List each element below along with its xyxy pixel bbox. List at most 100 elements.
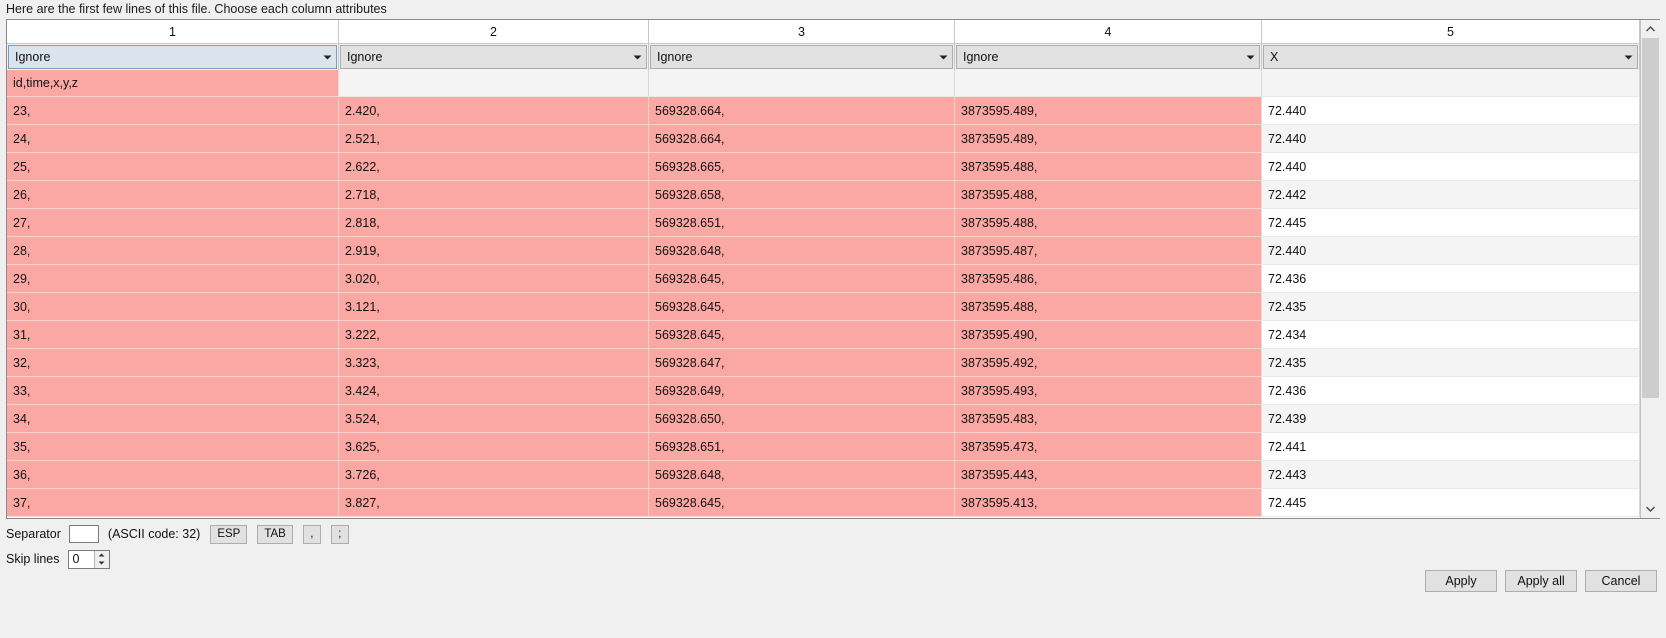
table-row[interactable]: 30, 3.121, 569328.645, 3873595.488, 72.435 — [7, 293, 1640, 321]
table-row[interactable]: 27, 2.818, 569328.651, 3873595.488, 72.445 — [7, 209, 1640, 237]
table-cell[interactable]: 26, — [7, 181, 339, 209]
table-cell[interactable]: 3873595.489, — [955, 125, 1262, 153]
table-cell[interactable] — [1262, 70, 1640, 97]
table-cell[interactable]: 72.440 — [1262, 125, 1640, 153]
table-cell[interactable] — [649, 70, 955, 97]
table-cell[interactable]: 569328.645, — [649, 321, 955, 349]
separator-semicolon-button[interactable]: ; — [330, 524, 349, 544]
table-cell[interactable]: 28, — [7, 237, 339, 265]
table-cell[interactable]: 3.424, — [339, 377, 649, 405]
table-cell[interactable]: 29, — [7, 265, 339, 293]
table-cell[interactable]: 3873595.488, — [955, 293, 1262, 321]
table-cell[interactable]: 27, — [7, 209, 339, 237]
column-attribute-select-3[interactable]: Ignore — [650, 45, 953, 69]
spinner-down-arrow-icon[interactable] — [95, 559, 109, 568]
column-header-number-3[interactable]: 3 — [649, 20, 955, 44]
table-row[interactable]: 32, 3.323, 569328.647, 3873595.492, 72.435 — [7, 349, 1640, 377]
chevron-down-icon[interactable] — [1619, 46, 1637, 68]
table-cell[interactable]: 3873595.488, — [955, 181, 1262, 209]
column-attribute-select-4[interactable]: Ignore — [956, 45, 1260, 69]
table-cell[interactable]: 3873595.493, — [955, 377, 1262, 405]
scroll-up-arrow-icon[interactable] — [1641, 20, 1660, 38]
scrollbar-thumb[interactable] — [1642, 38, 1659, 398]
table-cell[interactable]: 72.440 — [1262, 97, 1640, 125]
spinner-up-arrow-icon[interactable] — [95, 551, 109, 560]
table-cell[interactable]: 569328.650, — [649, 405, 955, 433]
table-cell[interactable]: 3873595.486, — [955, 265, 1262, 293]
table-cell[interactable]: 30, — [7, 293, 339, 321]
table-cell[interactable]: 569328.648, — [649, 237, 955, 265]
skip-lines-stepper[interactable]: 0 — [67, 549, 110, 569]
column-attribute-select-1[interactable]: Ignore — [8, 45, 337, 69]
cancel-button[interactable]: Cancel — [1585, 570, 1657, 592]
table-cell[interactable]: 31, — [7, 321, 339, 349]
separator-comma-button[interactable]: , — [302, 524, 321, 544]
table-cell[interactable]: 3873595.492, — [955, 349, 1262, 377]
table-cell[interactable]: 3873595.443, — [955, 461, 1262, 489]
table-cell[interactable]: 569328.658, — [649, 181, 955, 209]
scrollbar-track[interactable] — [1641, 38, 1660, 500]
table-cell[interactable]: 569328.665, — [649, 153, 955, 181]
table-cell[interactable]: 3.020, — [339, 265, 649, 293]
table-row[interactable]: 34, 3.524, 569328.650, 3873595.483, 72.439 — [7, 405, 1640, 433]
table-cell[interactable]: 3.121, — [339, 293, 649, 321]
table-cell[interactable]: 37, — [7, 489, 339, 517]
table-cell[interactable]: 3.323, — [339, 349, 649, 377]
table-cell[interactable]: 3.827, — [339, 489, 649, 517]
table-cell[interactable]: 72.440 — [1262, 153, 1640, 181]
table-row[interactable]: 33, 3.424, 569328.649, 3873595.493, 72.436 — [7, 377, 1640, 405]
table-cell[interactable]: 3.625, — [339, 433, 649, 461]
table-cell[interactable]: 2.818, — [339, 209, 649, 237]
table-cell[interactable]: 72.445 — [1262, 209, 1640, 237]
table-cell[interactable]: 569328.651, — [649, 209, 955, 237]
skip-lines-spinner-buttons[interactable] — [93, 550, 109, 568]
table-row[interactable]: 29, 3.020, 569328.645, 3873595.486, 72.436 — [7, 265, 1640, 293]
column-attribute-select-5[interactable]: X — [1263, 45, 1638, 69]
table-cell[interactable] — [339, 70, 649, 97]
column-header-number-4[interactable]: 4 — [955, 20, 1262, 44]
table-cell[interactable]: 2.919, — [339, 237, 649, 265]
table-cell[interactable]: 2.420, — [339, 97, 649, 125]
separator-esp-button[interactable]: ESP — [210, 524, 248, 544]
table-row[interactable]: id,time,x,y,z — [7, 70, 1640, 97]
table-cell[interactable]: 72.443 — [1262, 461, 1640, 489]
table-cell[interactable]: 34, — [7, 405, 339, 433]
table-cell[interactable]: 3873595.487, — [955, 237, 1262, 265]
table-cell[interactable]: 569328.645, — [649, 489, 955, 517]
table-cell[interactable]: 24, — [7, 125, 339, 153]
table-cell[interactable]: 72.439 — [1262, 405, 1640, 433]
table-row[interactable]: 25, 2.622, 569328.665, 3873595.488, 72.440 — [7, 153, 1640, 181]
table-row[interactable]: 31, 3.222, 569328.645, 3873595.490, 72.434 — [7, 321, 1640, 349]
column-header-number-5[interactable]: 5 — [1262, 20, 1640, 44]
table-cell[interactable]: 3873595.488, — [955, 209, 1262, 237]
table-cell[interactable]: 3873595.473, — [955, 433, 1262, 461]
table-cell[interactable]: 3.726, — [339, 461, 649, 489]
table-cell[interactable]: 3.222, — [339, 321, 649, 349]
table-cell[interactable]: 3873595.413, — [955, 489, 1262, 517]
separator-input[interactable] — [68, 525, 99, 543]
table-cell[interactable]: 33, — [7, 377, 339, 405]
column-header-number-1[interactable]: 1 — [7, 20, 339, 44]
table-cell[interactable]: 72.435 — [1262, 293, 1640, 321]
table-cell[interactable]: 569328.664, — [649, 97, 955, 125]
apply-button[interactable]: Apply — [1425, 570, 1497, 592]
table-cell[interactable]: 3873595.488, — [955, 153, 1262, 181]
table-cell[interactable]: 72.442 — [1262, 181, 1640, 209]
table-row[interactable]: 26, 2.718, 569328.658, 3873595.488, 72.442 — [7, 181, 1640, 209]
table-cell[interactable]: 35, — [7, 433, 339, 461]
table-row[interactable]: 24, 2.521, 569328.664, 3873595.489, 72.440 — [7, 125, 1640, 153]
table-cell[interactable]: 72.441 — [1262, 433, 1640, 461]
table-cell[interactable]: 25, — [7, 153, 339, 181]
table-cell[interactable]: 569328.649, — [649, 377, 955, 405]
table-cell[interactable]: 569328.651, — [649, 433, 955, 461]
table-cell[interactable]: 3.524, — [339, 405, 649, 433]
chevron-down-icon[interactable] — [318, 46, 336, 68]
table-cell[interactable]: 36, — [7, 461, 339, 489]
table-cell[interactable]: 2.521, — [339, 125, 649, 153]
apply-all-button[interactable]: Apply all — [1505, 570, 1577, 592]
table-cell[interactable]: 72.436 — [1262, 265, 1640, 293]
table-cell[interactable]: 72.434 — [1262, 321, 1640, 349]
table-row[interactable]: 35, 3.625, 569328.651, 3873595.473, 72.441 — [7, 433, 1640, 461]
table-cell[interactable]: 32, — [7, 349, 339, 377]
table-cell[interactable]: 569328.647, — [649, 349, 955, 377]
